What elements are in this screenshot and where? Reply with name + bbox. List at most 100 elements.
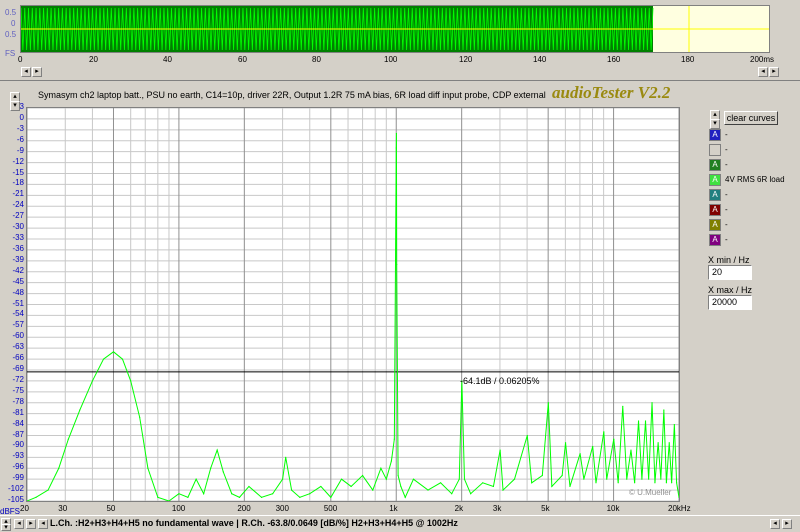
spectrum-data-point <box>531 482 533 484</box>
status-zoom-right-button[interactable]: ▸ <box>782 519 792 529</box>
channel-toggle[interactable]: A <box>709 204 721 216</box>
spectrum-data-point <box>613 438 615 440</box>
spectrum-data-point <box>210 467 212 469</box>
y-tick-label: -15 <box>12 167 24 177</box>
spectrum-data-point <box>404 496 406 498</box>
scope-x-tick: 160 <box>607 55 621 64</box>
xmax-input[interactable]: 20000 <box>708 295 752 310</box>
cursor-readout: -64.1dB / 0.06205% <box>460 376 540 386</box>
y-tick-label: -87 <box>12 429 24 439</box>
spectrum-data-point <box>285 456 287 458</box>
spectrum-data-point <box>617 482 619 484</box>
spectrum-data-point <box>583 478 585 480</box>
channel-label: - <box>725 205 728 214</box>
spectrum-data-point <box>272 493 274 495</box>
scope-x-tick: 140 <box>533 55 547 64</box>
curve-scroll-down-button[interactable]: ▾ <box>710 119 720 129</box>
spectrum-data-point <box>463 478 466 480</box>
spectrum-data-point <box>195 478 197 480</box>
status-text: L.Ch. :H2+H3+H4+H5 no fundamental wave |… <box>50 518 458 528</box>
spectrum-data-point <box>309 493 311 495</box>
x-tick-label: 3k <box>492 504 502 513</box>
y-tick-label: -33 <box>12 233 24 242</box>
status-scroll-down-button[interactable]: ▾ <box>1 524 11 531</box>
clear-curves-button[interactable]: clear curves <box>724 111 778 125</box>
scope-plot <box>21 6 769 52</box>
channel-row: A- <box>709 189 797 201</box>
spectrum-data-point <box>385 478 387 480</box>
spectrum-data-point <box>58 467 60 469</box>
y-tick-label: -42 <box>12 265 24 275</box>
status-prev-button[interactable]: ◂ <box>38 519 48 529</box>
spectrum-data-point <box>390 460 392 462</box>
spectrum-data-point <box>603 431 605 433</box>
spectrum-data-point <box>47 489 49 491</box>
y-tick-label: -18 <box>12 178 24 188</box>
y-tick-label: -69 <box>12 364 24 373</box>
spectrum-data-point <box>551 485 553 488</box>
spectrum-data-point <box>668 442 670 444</box>
xmin-input[interactable]: 20 <box>708 265 752 280</box>
spectrum-data-point <box>216 449 218 451</box>
y-tick-label: 0 <box>19 112 24 122</box>
spectrum-data-point <box>102 358 105 360</box>
spectrum-data-point <box>634 482 636 484</box>
spectrum-data-point <box>157 496 159 498</box>
scope-x-tick: 20 <box>89 55 98 64</box>
x-tick-label: 5k <box>541 504 550 513</box>
channel-row: A- <box>709 204 797 216</box>
y-tick-label: -45 <box>12 276 24 286</box>
spectrum-data-point <box>238 496 241 498</box>
spectrum-data-point <box>541 474 543 477</box>
spectrum-data-point <box>397 474 399 477</box>
y-tick-label: -48 <box>12 287 24 297</box>
scope-zoom-left-button[interactable]: ◂ <box>758 67 768 77</box>
status-zoom-left-button[interactable]: ◂ <box>770 519 780 529</box>
channel-toggle[interactable]: A <box>709 129 721 141</box>
scope-zoom-right-button[interactable]: ▸ <box>769 67 779 77</box>
channel-row: A- <box>709 159 797 171</box>
scope-scroll-left-button[interactable]: ◂ <box>21 67 31 77</box>
status-right-button[interactable]: ▸ <box>26 519 36 529</box>
spectrum-series <box>27 132 679 501</box>
channel-label: 4V RMS 6R load <box>725 175 785 184</box>
spectrum-data-point <box>187 496 189 498</box>
channel-row: A- <box>709 129 797 141</box>
scope-panel <box>20 5 770 53</box>
status-bar: ▴ ▾ ◂ ▸ ◂ L.Ch. :H2+H3+H4+H5 no fundamen… <box>0 515 800 532</box>
channel-row: A- <box>709 234 797 246</box>
section-divider <box>0 80 800 81</box>
y-tick-label: -81 <box>12 407 24 417</box>
spectrum-plot <box>27 108 679 501</box>
y-tick-label: -51 <box>12 298 24 308</box>
x-tick-label: 10k <box>606 504 620 513</box>
scope-scroll-right-button[interactable]: ▸ <box>32 67 42 77</box>
scope-x-tick: 0 <box>18 55 23 64</box>
y-tick-label: -72 <box>12 374 24 384</box>
channel-label: - <box>725 235 728 244</box>
spectrum-data-point <box>260 496 263 498</box>
spectrum-data-point <box>299 496 301 498</box>
y-tick-label: -6 <box>16 134 24 144</box>
y-tick-label: -60 <box>12 331 24 341</box>
channel-toggle[interactable]: A <box>709 234 721 246</box>
spectrum-data-point <box>412 478 415 480</box>
channel-toggle[interactable]: A <box>709 189 721 201</box>
status-left-button[interactable]: ◂ <box>14 519 24 529</box>
spectrum-data-point <box>654 482 656 484</box>
x-tick-label: 30 <box>58 504 68 513</box>
channel-toggle[interactable]: A <box>709 219 721 231</box>
spectrum-data-point <box>561 474 563 477</box>
spectrum-data-point <box>395 132 398 135</box>
spectrum-data-point <box>569 485 571 488</box>
spectrum-data-point <box>35 496 37 498</box>
channel-toggle[interactable] <box>709 144 721 156</box>
channel-toggle[interactable]: A <box>709 159 721 171</box>
y-tick-label: -36 <box>12 243 24 253</box>
spectrum-data-point <box>579 453 581 455</box>
spectrum-data-point <box>380 467 382 469</box>
y-tick-label: -96 <box>12 462 24 472</box>
scope-x-tick: 120 <box>459 55 473 64</box>
x-tick-label: 100 <box>171 504 186 513</box>
channel-toggle[interactable]: A <box>709 174 721 186</box>
